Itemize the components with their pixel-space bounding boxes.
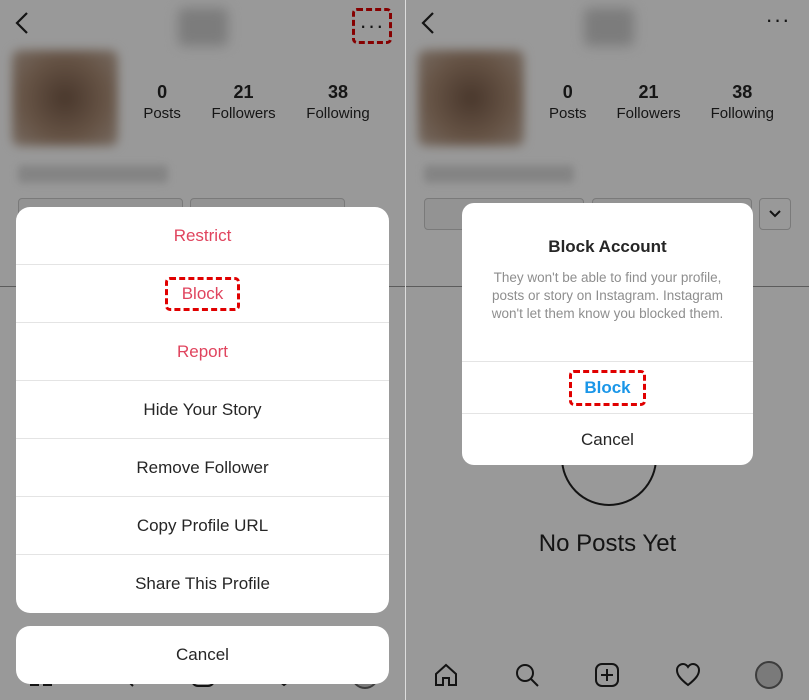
hide-story-label: Hide Your Story [143,399,262,419]
dialog-title: Block Account [548,237,667,256]
right-screen: ··· 0 Posts 21 Followers 38 Following No… [405,0,809,700]
dialog-block-label: Block [569,369,646,406]
copy-profile-url-label: Copy Profile URL [136,515,269,535]
restrict-option[interactable]: Restrict [16,207,389,265]
dialog-message: They won't be able to find your profile,… [491,270,724,321]
share-profile-label: Share This Profile [135,574,270,593]
dialog-message-wrap: They won't be able to find your profile,… [462,257,753,361]
block-option[interactable]: Block [16,265,389,323]
restrict-label: Restrict [173,225,232,245]
copy-profile-url-option[interactable]: Copy Profile URL [16,497,389,555]
dialog-cancel-button[interactable]: Cancel [462,413,753,465]
dialog-block-button[interactable]: Block [462,361,753,413]
remove-follower-label: Remove Follower [136,457,269,477]
report-label: Report [176,341,229,361]
action-sheet: Restrict Block Report Hide Your Story Re… [16,207,389,613]
block-label: Block [164,276,241,311]
hide-story-option[interactable]: Hide Your Story [16,381,389,439]
sheet-cancel-button[interactable]: Cancel [16,626,389,684]
sheet-cancel-label: Cancel [176,645,229,664]
left-screen: ··· 0 Posts 21 Followers 38 Following Re… [0,0,405,700]
share-profile-option[interactable]: Share This Profile [16,555,389,613]
remove-follower-option[interactable]: Remove Follower [16,439,389,497]
dialog-cancel-label: Cancel [581,429,634,449]
report-option[interactable]: Report [16,323,389,381]
block-account-dialog: Block Account They won't be able to find… [462,203,753,465]
